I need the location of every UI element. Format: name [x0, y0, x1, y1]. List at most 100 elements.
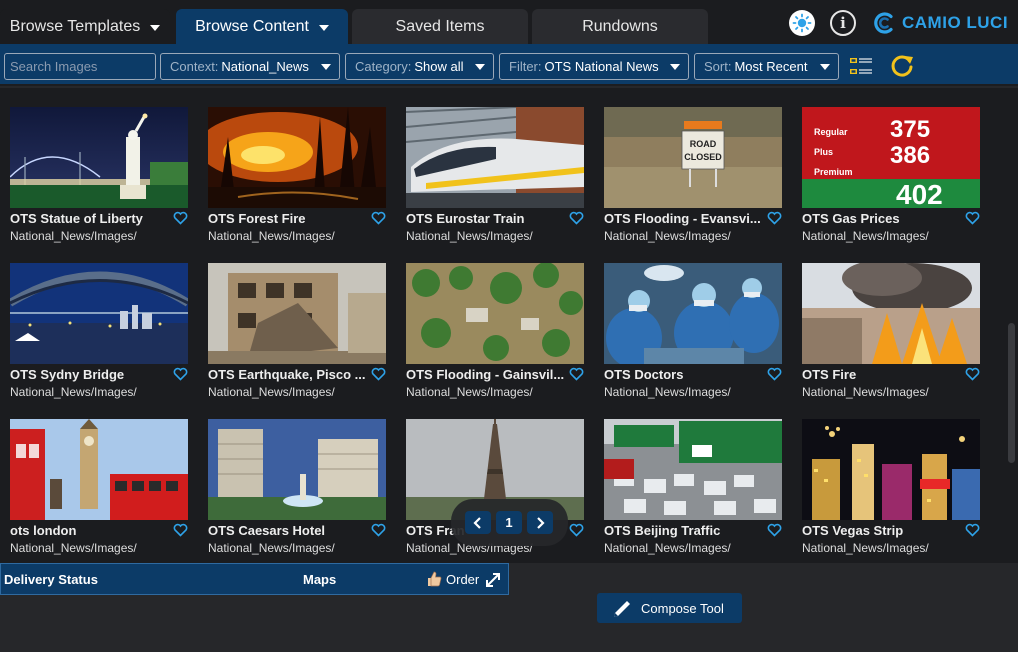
tab-browse-content-label: Browse Content [195, 17, 309, 35]
list-view-button[interactable] [848, 54, 874, 80]
sort-value: Most Recent [734, 59, 808, 74]
favorite-heart-icon[interactable] [569, 523, 584, 537]
favorite-heart-icon[interactable] [173, 523, 188, 537]
media-card-doctors[interactable]: OTS Doctors National_News/Images/ [604, 263, 782, 409]
vertical-scrollbar[interactable] [1006, 88, 1018, 563]
gas-price-plus: 386 [890, 142, 930, 169]
favorite-heart-icon[interactable] [569, 367, 584, 381]
favorite-heart-icon[interactable] [173, 211, 188, 225]
tab-rundowns[interactable]: Rundowns [532, 9, 708, 44]
compose-tool-button[interactable]: Compose Tool [597, 593, 742, 623]
tab-browse-templates[interactable]: Browse Templates [0, 9, 170, 44]
tab-saved-items-label: Saved Items [395, 17, 485, 35]
card-path: National_News/Images/ [10, 385, 137, 399]
media-card-forest-fire[interactable]: OTS Forest Fire National_News/Images/ [208, 107, 386, 253]
favorite-heart-icon[interactable] [965, 367, 980, 381]
thumbnail-image [802, 263, 980, 364]
media-card-eurostar-train[interactable]: OTS Eurostar Train National_News/Images/ [406, 107, 584, 253]
card-path: National_News/Images/ [10, 541, 137, 555]
road-sign-line-2: CLOSED [684, 152, 722, 162]
chevron-down-icon [475, 64, 485, 70]
media-card-statue-of-liberty[interactable]: OTS Statue of Liberty National_News/Imag… [10, 107, 188, 253]
context-value: National_News [221, 59, 309, 74]
maps-link[interactable]: Maps [303, 572, 336, 587]
chevron-down-icon [150, 24, 161, 31]
card-path: National_News/Images/ [802, 229, 929, 243]
media-card-gas-prices[interactable]: Regular Plus Premium 375 386 402 OTS Gas… [802, 107, 980, 253]
card-path: National_News/Images/ [604, 229, 731, 243]
scrollbar-thumb[interactable] [1008, 323, 1015, 463]
context-dropdown[interactable]: Context: National_News [160, 53, 340, 80]
card-path: National_News/Images/ [802, 541, 929, 555]
media-card-london[interactable]: ots london National_News/Images/ [10, 419, 188, 565]
chevron-down-icon [820, 64, 830, 70]
thumbnail-image [406, 107, 584, 208]
favorite-heart-icon[interactable] [965, 211, 980, 225]
brightness-toggle-button[interactable] [789, 10, 815, 36]
road-sign-line-1: ROAD [690, 139, 717, 149]
info-icon: i [840, 14, 846, 32]
favorite-heart-icon[interactable] [569, 211, 584, 225]
previous-page-button[interactable] [465, 511, 491, 534]
gas-label-regular: Regular [814, 127, 848, 137]
thumbnail-image [208, 263, 386, 364]
card-title: OTS Statue of Liberty [10, 211, 143, 226]
chevron-down-icon [321, 64, 331, 70]
filter-value: OTS National News [544, 59, 659, 74]
order-link[interactable]: Order [426, 571, 479, 587]
sort-dropdown[interactable]: Sort: Most Recent [694, 53, 839, 80]
media-card-beijing-traffic[interactable]: OTS Beijing Traffic National_News/Images… [604, 419, 782, 565]
favorite-heart-icon[interactable] [767, 523, 782, 537]
favorite-heart-icon[interactable] [767, 367, 782, 381]
refresh-icon [891, 55, 913, 77]
tab-browse-content[interactable]: Browse Content [176, 9, 348, 44]
media-card-earthquake-pisco[interactable]: OTS Earthquake, Pisco ... National_News/… [208, 263, 386, 409]
pagination: 1 [451, 499, 568, 546]
favorite-heart-icon[interactable] [965, 523, 980, 537]
refresh-button[interactable] [888, 52, 916, 80]
favorite-heart-icon[interactable] [767, 211, 782, 225]
gas-price-regular: 375 [890, 116, 930, 143]
media-card-flooding-gainesville[interactable]: OTS Flooding - Gainsvil... National_News… [406, 263, 584, 409]
pencil-icon [614, 601, 630, 617]
favorite-heart-icon[interactable] [371, 367, 386, 381]
filter-dropdown[interactable]: Filter: OTS National News [499, 53, 689, 80]
media-card-flooding-evansville[interactable]: ROAD CLOSED OTS Flooding - Evansvi... Na… [604, 107, 782, 253]
card-title: OTS Flooding - Evansvi... [604, 211, 761, 226]
favorite-heart-icon[interactable] [371, 211, 386, 225]
delivery-status-link[interactable]: Delivery Status [4, 572, 98, 587]
category-dropdown[interactable]: Category: Show all [345, 53, 494, 80]
card-path: National_News/Images/ [604, 385, 731, 399]
category-value: Show all [414, 59, 464, 74]
current-page-number: 1 [505, 515, 513, 530]
current-page-button[interactable]: 1 [496, 511, 522, 534]
card-title: ots london [10, 523, 77, 538]
expand-icon[interactable] [484, 571, 502, 589]
info-button[interactable]: i [830, 10, 856, 36]
brand-name: CAMIO LUCI [902, 13, 1009, 32]
media-card-fire[interactable]: OTS Fire National_News/Images/ [802, 263, 980, 409]
card-title: OTS Fire [802, 367, 857, 382]
gas-label-plus: Plus [814, 147, 833, 157]
card-title: OTS Beijing Traffic [604, 523, 721, 538]
chevron-right-icon [537, 516, 545, 529]
thumbnail-image [208, 419, 386, 520]
compose-tool-label: Compose Tool [641, 600, 724, 616]
thumbnail-image [10, 263, 188, 364]
media-card-vegas-strip[interactable]: OTS Vegas Strip National_News/Images/ [802, 419, 980, 565]
card-title: OTS Gas Prices [802, 211, 900, 226]
favorite-heart-icon[interactable] [173, 367, 188, 381]
card-path: National_News/Images/ [406, 385, 533, 399]
tab-saved-items[interactable]: Saved Items [352, 9, 528, 44]
content-grid: OTS Statue of Liberty National_News/Imag… [0, 88, 1006, 563]
media-card-sydney-bridge[interactable]: OTS Sydny Bridge National_News/Images/ [10, 263, 188, 409]
favorite-heart-icon[interactable] [371, 523, 386, 537]
search-input[interactable] [4, 53, 156, 80]
thumbnail-image: Regular Plus Premium 375 386 402 [802, 107, 980, 208]
card-path: National_News/Images/ [406, 229, 533, 243]
next-page-button[interactable] [527, 511, 553, 534]
tab-browse-templates-label: Browse Templates [9, 17, 141, 35]
card-title: OTS Vegas Strip [802, 523, 904, 538]
media-card-caesars-hotel[interactable]: OTS Caesars Hotel National_News/Images/ [208, 419, 386, 565]
thumbnail-image [604, 263, 782, 364]
